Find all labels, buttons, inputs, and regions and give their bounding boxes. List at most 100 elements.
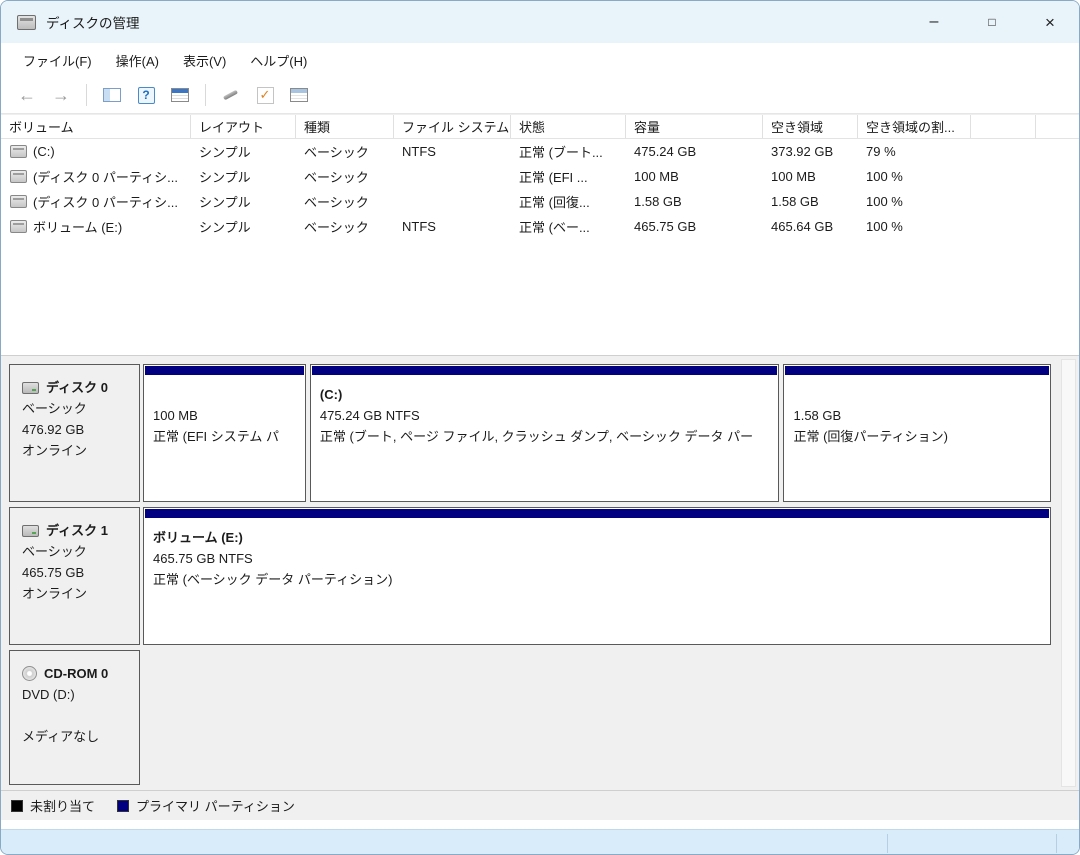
legend-bar: 未割り当てプライマリ パーティション [1, 790, 1079, 820]
cell-layout: シンプル [191, 167, 296, 186]
partition[interactable]: 1.58 GB正常 (回復パーティション) [783, 364, 1051, 502]
partition-info: 1.58 GB正常 (回復パーティション) [784, 375, 1050, 447]
back-icon: ← [18, 86, 36, 104]
column-header[interactable]: 状態 [511, 115, 626, 138]
toolbar-back-button[interactable]: ← [13, 81, 41, 109]
cell-layout: シンプル [191, 192, 296, 211]
volume-row[interactable]: ボリューム (E:)シンプルベーシックNTFS正常 (ベー...465.75 G… [1, 214, 1079, 239]
disk-header-panel[interactable]: ディスク 1ベーシック465.75 GBオンライン [9, 507, 140, 645]
volume-icon [10, 145, 27, 158]
legend-unallocated: 未割り当て [11, 796, 95, 815]
disk-type: ベーシック [22, 541, 135, 562]
menu-bar: ファイル(F)操作(A)表示(V)ヘルプ(H) [1, 43, 1079, 77]
volume-name: ボリューム (E:) [33, 217, 122, 236]
column-header[interactable]: レイアウト [191, 115, 296, 138]
column-header[interactable]: ボリューム [1, 115, 191, 138]
disk-header-panel[interactable]: CD-ROM 0DVD (D:)メディアなし [9, 650, 140, 785]
toolbar-help-button[interactable]: ? [132, 81, 160, 109]
status-bar-grip[interactable] [1057, 830, 1079, 855]
partition-size: 100 MB [153, 405, 297, 426]
help-icon: ? [138, 87, 155, 104]
volume-icon [10, 220, 27, 233]
volume-row[interactable]: (ディスク 0 パーティシ...シンプルベーシック正常 (EFI ...100 … [1, 164, 1079, 189]
minimize-icon: – [930, 14, 939, 30]
volume-name-cell: ボリューム (E:) [1, 217, 191, 236]
volume-name-cell: (C:) [1, 144, 191, 159]
volume-list-pane: ボリュームレイアウト種類ファイル システム状態容量空き領域空き領域の割... (… [1, 114, 1079, 356]
legend-swatch-primary-partition [117, 800, 129, 812]
cell-file_system: NTFS [394, 219, 511, 234]
toolbar-forward-button[interactable]: → [47, 81, 75, 109]
partitions: 100 MB正常 (EFI システム パ(C:)475.24 GB NTFS正常… [143, 364, 1051, 502]
legend-swatch-unallocated [11, 800, 23, 812]
volume-name: (ディスク 0 パーティシ... [33, 167, 178, 186]
console-tree-icon [103, 88, 121, 102]
toolbar-console-tree-button[interactable] [98, 81, 126, 109]
minimize-button[interactable]: – [905, 1, 963, 43]
volume-list-rows: (C:)シンプルベーシックNTFS正常 (ブート...475.24 GB373.… [1, 139, 1079, 239]
title-bar[interactable]: ディスクの管理 – □× [1, 1, 1079, 43]
vertical-scrollbar[interactable] [1061, 359, 1076, 787]
cell-free_space: 465.64 GB [763, 219, 858, 234]
cell-capacity: 100 MB [626, 169, 763, 184]
disk-size: 476.92 GB [22, 419, 135, 440]
cell-free_space: 373.92 GB [763, 144, 858, 159]
partition-size: 465.75 GB NTFS [153, 548, 1042, 569]
column-header[interactable]: 空き領域 [763, 115, 858, 138]
toolbar-list-view-button[interactable] [285, 81, 313, 109]
cell-free_pct: 100 % [858, 219, 971, 234]
disk-name: ディスク 1 [22, 520, 135, 541]
toolbar-separator [86, 84, 87, 106]
partition-title [793, 384, 1042, 405]
column-header[interactable]: 空き領域の割... [858, 115, 971, 138]
close-button[interactable]: × [1021, 1, 1079, 43]
menu-file[interactable]: ファイル(F) [13, 46, 102, 75]
menu-view[interactable]: 表示(V) [173, 46, 236, 75]
cd-icon [22, 666, 37, 681]
menu-action[interactable]: 操作(A) [106, 46, 169, 75]
partition-size: 1.58 GB [793, 405, 1042, 426]
column-header[interactable] [971, 115, 1036, 138]
cell-layout: シンプル [191, 142, 296, 161]
disk-type: DVD (D:) [22, 684, 135, 705]
cell-free_space: 100 MB [763, 169, 858, 184]
hdd-icon [22, 382, 39, 394]
cell-status: 正常 (ブート... [511, 142, 626, 161]
cell-status: 正常 (ベー... [511, 217, 626, 236]
volume-row[interactable]: (C:)シンプルベーシックNTFS正常 (ブート...475.24 GB373.… [1, 139, 1079, 164]
forward-icon: → [52, 86, 70, 104]
cell-type: ベーシック [296, 217, 394, 236]
menu-help[interactable]: ヘルプ(H) [240, 46, 317, 75]
disk-size: 465.75 GB [22, 562, 135, 583]
cell-type: ベーシック [296, 192, 394, 211]
toolbar-check-button[interactable]: ✓ [251, 81, 279, 109]
cell-capacity: 465.75 GB [626, 219, 763, 234]
disk-header-panel[interactable]: ディスク 0ベーシック476.92 GBオンライン [9, 364, 140, 502]
volume-row[interactable]: (ディスク 0 パーティシ...シンプルベーシック正常 (回復...1.58 G… [1, 189, 1079, 214]
partition[interactable]: ボリューム (E:)465.75 GB NTFS正常 (ベーシック データ パー… [143, 507, 1051, 645]
disk-size [22, 705, 135, 726]
partition[interactable]: 100 MB正常 (EFI システム パ [143, 364, 306, 502]
toolbar-separator [205, 84, 206, 106]
cell-file_system: NTFS [394, 144, 511, 159]
volume-icon [10, 195, 27, 208]
cell-status: 正常 (回復... [511, 192, 626, 211]
window-title: ディスクの管理 [46, 12, 140, 32]
partition-info: (C:)475.24 GB NTFS正常 (ブート, ページ ファイル, クラッ… [311, 375, 779, 447]
column-header[interactable]: 種類 [296, 115, 394, 138]
partitions: ボリューム (E:)465.75 GB NTFS正常 (ベーシック データ パー… [143, 507, 1051, 645]
partition-size: 475.24 GB NTFS [320, 405, 771, 426]
app-icon [17, 15, 36, 30]
status-bar-segment [888, 830, 1056, 855]
toolbar-properties-button[interactable] [166, 81, 194, 109]
disk-status: オンライン [22, 440, 135, 461]
disk-type: ベーシック [22, 398, 135, 419]
cell-free_pct: 100 % [858, 194, 971, 209]
partition[interactable]: (C:)475.24 GB NTFS正常 (ブート, ページ ファイル, クラッ… [310, 364, 780, 502]
maximize-button[interactable]: □ [963, 1, 1021, 43]
partition-color-stripe [145, 366, 304, 375]
toolbar-action-wand-button[interactable] [217, 81, 245, 109]
column-header[interactable]: 容量 [626, 115, 763, 138]
column-header[interactable]: ファイル システム [394, 115, 511, 138]
volume-list-header: ボリュームレイアウト種類ファイル システム状態容量空き領域空き領域の割... [1, 115, 1079, 139]
